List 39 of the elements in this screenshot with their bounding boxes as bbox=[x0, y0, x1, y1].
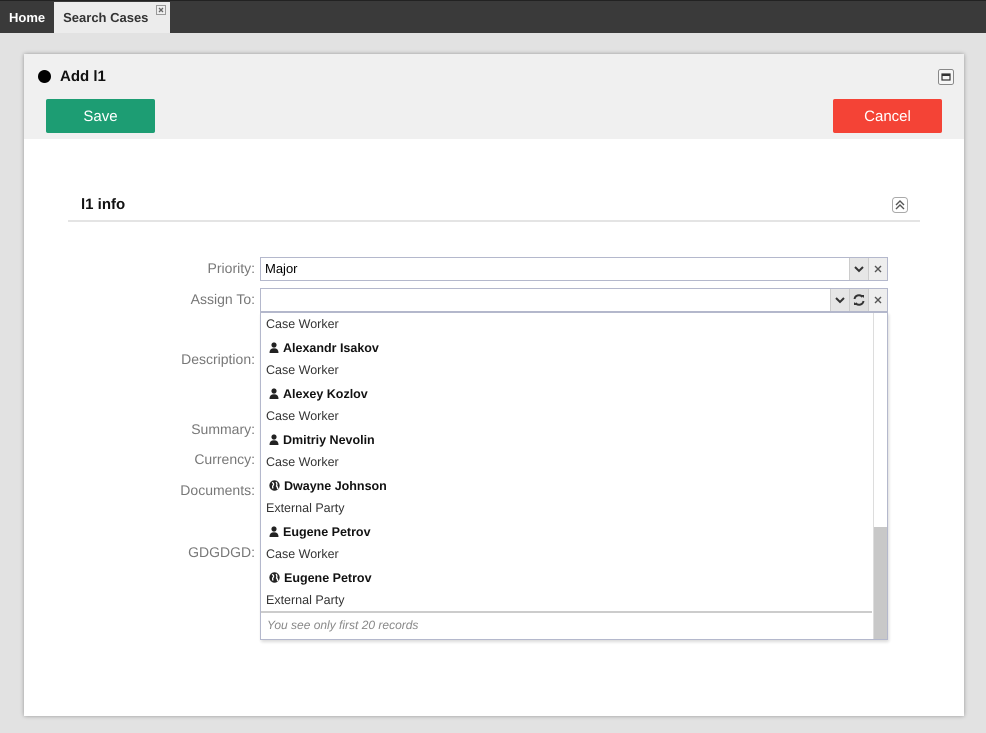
option-item[interactable]: Eugene Petrov bbox=[261, 520, 872, 543]
globe-icon bbox=[269, 572, 280, 583]
field-label: Assign To: bbox=[190, 290, 256, 309]
option-item[interactable]: Alexandr Isakov bbox=[261, 336, 872, 359]
option-role: Case Worker bbox=[265, 454, 340, 471]
option-role: Case Worker bbox=[265, 408, 340, 425]
option-item[interactable]: Alexey Kozlov bbox=[261, 382, 872, 405]
maximize-icon[interactable] bbox=[938, 68, 954, 84]
field-label: Currency: bbox=[193, 450, 256, 469]
records-note: You see only first 20 records bbox=[267, 617, 418, 634]
person-icon bbox=[269, 342, 279, 353]
tab[interactable]: Search Cases bbox=[54, 2, 170, 33]
globe-icon bbox=[269, 480, 280, 491]
field-label: Documents: bbox=[179, 481, 256, 500]
tab[interactable]: Home bbox=[0, 2, 54, 33]
clear-icon[interactable] bbox=[868, 258, 887, 280]
dot-icon bbox=[38, 70, 51, 83]
option-role: Case Worker bbox=[265, 362, 340, 379]
option-role: External Party bbox=[265, 500, 346, 517]
option-role: External Party bbox=[265, 592, 346, 609]
person-icon bbox=[269, 388, 279, 399]
scrollbar-thumb[interactable] bbox=[874, 527, 887, 639]
cancel-button[interactable]: Cancel bbox=[833, 99, 942, 133]
option-role: Case Worker bbox=[265, 546, 340, 563]
dialog-title: Add l1 bbox=[60, 68, 106, 85]
person-icon bbox=[269, 434, 279, 445]
option-item[interactable]: Dwayne Johnson bbox=[261, 474, 872, 497]
close-icon[interactable] bbox=[156, 5, 166, 15]
collapse-icon[interactable] bbox=[892, 196, 908, 212]
field-label: Priority: bbox=[206, 259, 256, 278]
field-label: GDGDGD: bbox=[187, 543, 256, 562]
field-label: Summary: bbox=[190, 420, 256, 439]
option-item[interactable]: Dmitriy Nevolin bbox=[261, 428, 872, 451]
person-icon bbox=[269, 526, 279, 537]
chevron-down-icon[interactable] bbox=[849, 258, 868, 280]
field-label: Description: bbox=[180, 350, 256, 369]
option-role: Case Worker bbox=[265, 316, 340, 333]
option-item[interactable]: Eugene Petrov bbox=[261, 566, 872, 589]
section-title: l1 info bbox=[81, 196, 126, 213]
